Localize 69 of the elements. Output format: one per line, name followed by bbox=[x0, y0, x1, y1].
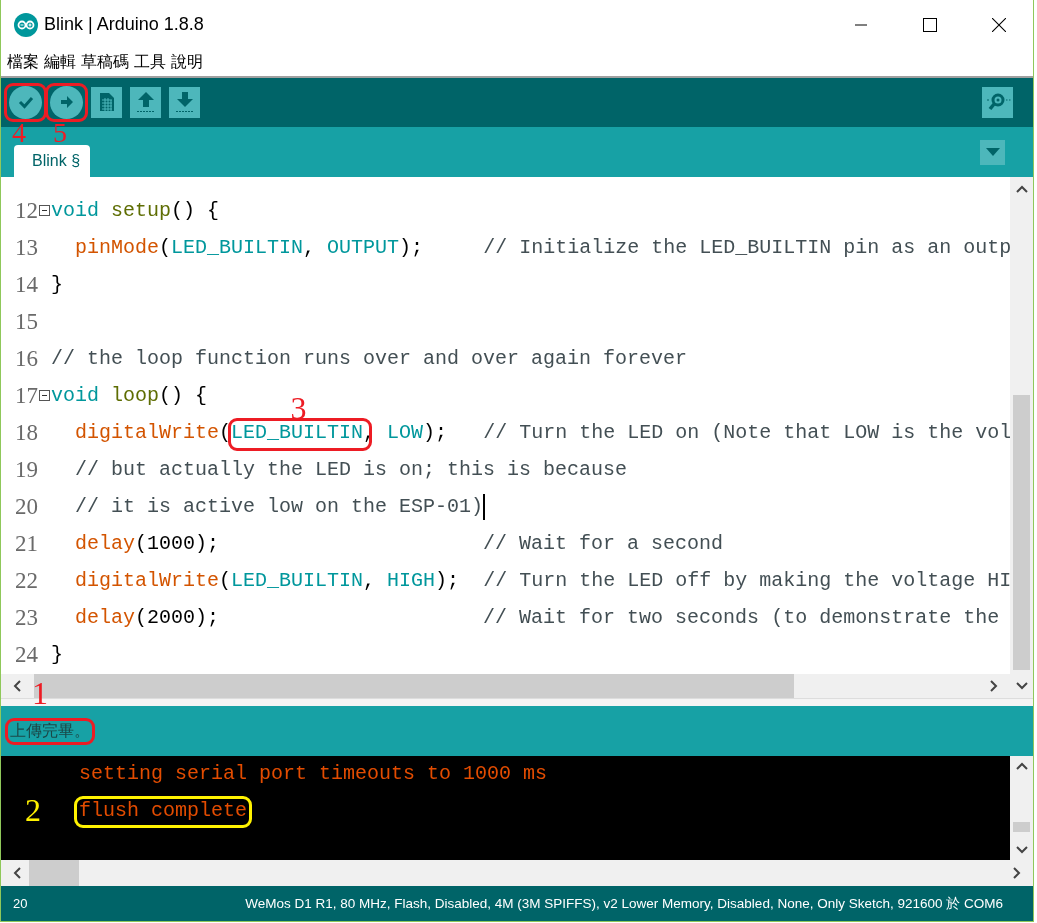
code-line: } bbox=[51, 642, 63, 669]
line-number: 13 bbox=[14, 234, 38, 261]
menu-item[interactable]: 檔案 bbox=[7, 52, 39, 74]
line-number: 14 bbox=[14, 271, 38, 298]
console-line: flush complete bbox=[79, 798, 248, 825]
close-icon bbox=[991, 17, 1006, 32]
line-number: 23 bbox=[14, 604, 38, 631]
code-line: delay(2000); // Wait for two seconds (to demonstrate the bbox=[74, 605, 1000, 632]
new-button[interactable] bbox=[91, 86, 122, 118]
scroll-right-icon bbox=[1013, 867, 1021, 880]
check-icon bbox=[17, 95, 34, 110]
line-number: 20 bbox=[14, 493, 38, 520]
code-line: } bbox=[51, 272, 63, 299]
menu-item[interactable]: 說明 bbox=[171, 52, 203, 74]
scrollbar-thumb[interactable] bbox=[1013, 395, 1030, 671]
window-title: Blink | Arduino 1.8.8 bbox=[44, 14, 204, 36]
code-line: delay(1000); // Wait for a second bbox=[74, 531, 724, 558]
line-number: 19 bbox=[14, 456, 38, 483]
board-info: WeMos D1 R1, 80 MHz, Flash, Disabled, 4M (3M SPIFFS), v2 Lower Memory, Disabled, None, Only Sketch, 921600 於 COM6 bbox=[245, 894, 1003, 913]
open-button[interactable] bbox=[130, 86, 161, 118]
code-line: void setup() { bbox=[51, 198, 220, 225]
line-number: 18 bbox=[14, 419, 38, 446]
annotation-number: 2 bbox=[25, 794, 41, 827]
magnifier-icon bbox=[984, 92, 1011, 113]
line-number: 12 bbox=[14, 197, 38, 224]
scroll-down-icon bbox=[1015, 846, 1028, 855]
scroll-down-icon bbox=[1015, 682, 1028, 691]
arrow-right-icon bbox=[59, 95, 74, 110]
menu-item[interactable]: 草稿碼 bbox=[81, 52, 129, 74]
scroll-left-icon bbox=[13, 680, 21, 693]
document-icon bbox=[98, 92, 115, 113]
app-logo-icon bbox=[14, 12, 38, 37]
scroll-up-icon bbox=[1015, 761, 1028, 770]
vertical-scrollbar[interactable] bbox=[1010, 177, 1033, 699]
vertical-scrollbar[interactable] bbox=[1010, 755, 1033, 861]
code-line: pinMode(LED_BUILTIN, OUTPUT); // Initialize the LED_BUILTIN pin as an outp bbox=[74, 235, 1010, 262]
serial-monitor-button[interactable] bbox=[982, 86, 1013, 118]
menu-item[interactable]: 編輯 bbox=[44, 52, 76, 74]
line-number: 17 bbox=[14, 382, 38, 409]
arrow-down-icon bbox=[174, 91, 195, 114]
code-line: void loop() { bbox=[51, 383, 208, 410]
line-number: 16 bbox=[14, 345, 38, 372]
scrollbar-thumb[interactable] bbox=[29, 860, 79, 887]
annotation-number: 1 bbox=[32, 676, 48, 709]
scroll-right-icon bbox=[990, 680, 998, 693]
editor-tab[interactable]: Blink § bbox=[14, 145, 91, 178]
tab-menu-button[interactable] bbox=[980, 139, 1005, 165]
line-indicator: 20 bbox=[13, 896, 28, 912]
scrollbar-thumb[interactable] bbox=[1013, 821, 1030, 832]
caret-down-icon bbox=[985, 148, 1000, 157]
line-number: 15 bbox=[14, 308, 38, 335]
code-line: // but actually the LED is on; this is because bbox=[74, 457, 628, 484]
arrow-up-icon bbox=[135, 91, 156, 114]
console-line: setting serial port timeouts to 1000 ms bbox=[79, 761, 548, 788]
code-line: // the loop function runs over and over again forever bbox=[51, 346, 688, 373]
scroll-left-icon bbox=[13, 867, 21, 880]
maximize-icon bbox=[922, 17, 937, 32]
code-line: digitalWrite(LED_BUILTIN, LOW); // Turn the LED on (Note that LOW is the vol bbox=[74, 420, 1010, 447]
line-number: 24 bbox=[14, 641, 38, 668]
menu-item[interactable]: 工具 bbox=[134, 52, 166, 74]
code-line: digitalWrite(LED_BUILTIN, HIGH); // Turn the LED off by making the voltage HI bbox=[74, 568, 1010, 595]
line-number: 22 bbox=[14, 567, 38, 594]
annotation-number: 4 bbox=[12, 119, 26, 146]
horizontal-scrollbar[interactable] bbox=[1, 860, 1033, 887]
save-button[interactable] bbox=[169, 86, 200, 118]
annotation-number: 5 bbox=[53, 119, 67, 146]
code-line: // it is active low on the ESP-01) bbox=[74, 494, 484, 521]
line-number: 21 bbox=[14, 530, 38, 557]
scroll-up-icon bbox=[1015, 185, 1028, 194]
